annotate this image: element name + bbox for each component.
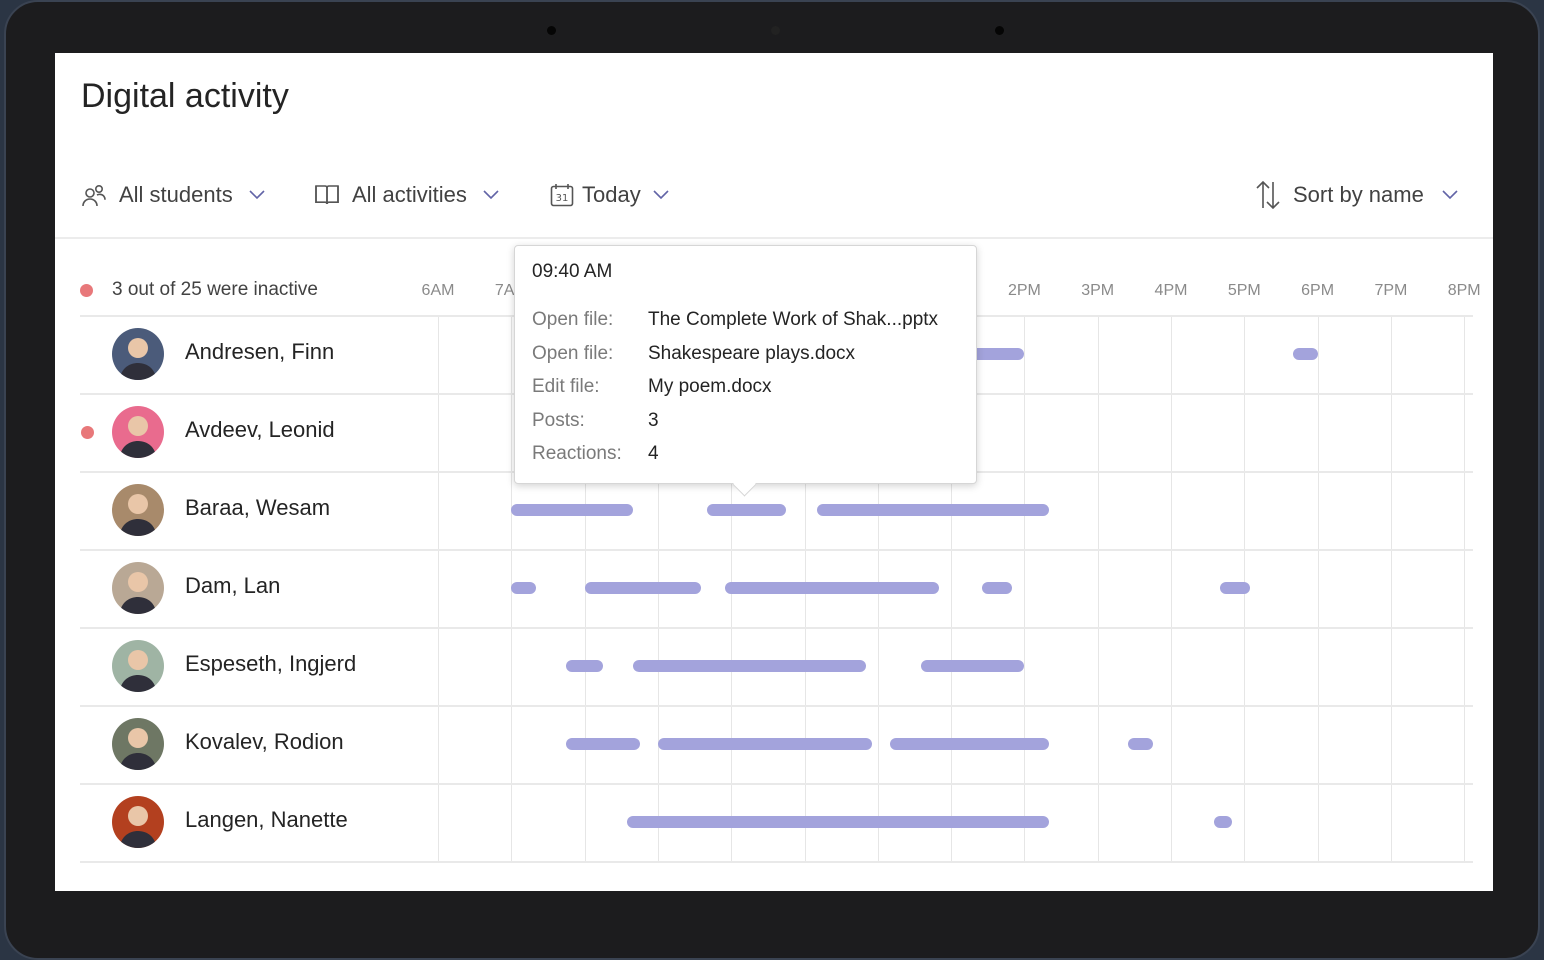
student-name: Kovalev, Rodion [185,729,344,754]
chevron-down-icon [483,190,499,200]
activity-bar[interactable] [1219,582,1251,594]
date-filter-dropdown[interactable]: 31 Today [550,173,669,217]
hour-label: 2PM [1007,282,1041,299]
activity-bar[interactable] [706,504,787,516]
row-divider [80,861,1473,863]
student-name: Langen, Nanette [185,807,348,832]
tooltip-value: 3 [648,410,659,431]
student-name: Avdeev, Leonid [185,417,335,442]
tooltip-label: Edit file: [532,376,600,397]
hour-label: 5PM [1227,282,1261,299]
chevron-down-icon [653,190,669,200]
activity-bar[interactable] [657,738,872,750]
student-avatar [112,328,164,380]
student-name: Baraa, Wesam [185,495,331,520]
student-name: Dam, Lan [185,573,281,598]
chevron-down-icon [1442,190,1458,200]
student-avatar [112,484,164,536]
tooltip-label: Open file: [532,343,614,364]
student-avatar [112,796,164,848]
activity-bar[interactable] [566,660,603,672]
activity-bar[interactable] [816,504,1049,516]
inactive-summary: 3 out of 25 were inactive [80,279,318,301]
activities-filter-dropdown[interactable]: All activities [314,173,499,217]
date-filter-label: Today [582,182,641,207]
tooltip-value: The Complete Work of Shak...pptx [648,309,939,330]
activity-bar[interactable] [584,582,701,594]
activity-bar[interactable] [566,738,640,750]
activity-tooltip: 09:40 AM Open file: The Complete Work of… [514,245,977,497]
hour-label: 8PM [1447,282,1481,299]
tooltip-label: Posts: [532,410,585,431]
student-avatar [112,640,164,692]
toolbar-divider [55,237,1493,239]
hour-label: 4PM [1154,282,1188,299]
inactive-indicator [81,426,94,439]
tooltip-label: Open file: [532,309,614,330]
page-title: Digital activity [81,77,289,115]
camera-dot-right [995,26,1004,35]
activity-bar[interactable] [511,504,634,516]
hour-label: 6PM [1301,282,1335,299]
activity-bar[interactable] [511,582,536,594]
tooltip-label: Reactions: [532,443,622,464]
tooltip-value: 4 [648,443,659,464]
chevron-down-icon [249,190,265,200]
student-avatar [112,406,164,458]
activity-bar[interactable] [890,738,1049,750]
activity-bar[interactable] [1213,816,1233,828]
activity-bar[interactable] [633,660,866,672]
inactive-dot [80,283,93,297]
student-avatar [112,562,164,614]
sort-arrows-icon [1255,180,1281,210]
book-icon [314,183,340,207]
inactive-summary-text: 3 out of 25 were inactive [112,279,318,300]
app-screen: Digital activity All students All activi… [55,53,1493,891]
tooltip-value: My poem.docx [648,376,772,397]
activity-bar[interactable] [627,816,1049,828]
student-name: Andresen, Finn [185,339,335,364]
sort-dropdown[interactable]: Sort by name [1255,173,1458,217]
calendar-icon: 31 [550,183,574,207]
tooltip-value: Shakespeare plays.docx [648,343,856,364]
camera-lens [771,26,780,35]
tooltip-time: 09:40 AM [532,261,613,282]
activity-bar[interactable] [725,582,939,594]
students-filter-label: All students [119,182,233,207]
students-filter-dropdown[interactable]: All students [81,173,265,217]
activity-bar[interactable] [920,660,1025,672]
student-avatar [112,718,164,770]
hour-label: 3PM [1081,282,1115,299]
hour-label: 6AM [421,282,455,299]
student-name: Espeseth, Ingjerd [185,651,357,676]
camera-dot-left [547,26,556,35]
filter-toolbar: All students All activities 31 Today Sor… [55,173,1493,217]
sort-label: Sort by name [1293,182,1424,207]
people-icon [81,182,107,208]
activity-bar[interactable] [1128,738,1153,750]
activity-bar[interactable] [1293,348,1318,360]
calendar-day-number: 31 [556,193,569,204]
hour-label: 7PM [1374,282,1408,299]
activities-filter-label: All activities [352,182,467,207]
activity-bar[interactable] [981,582,1013,594]
